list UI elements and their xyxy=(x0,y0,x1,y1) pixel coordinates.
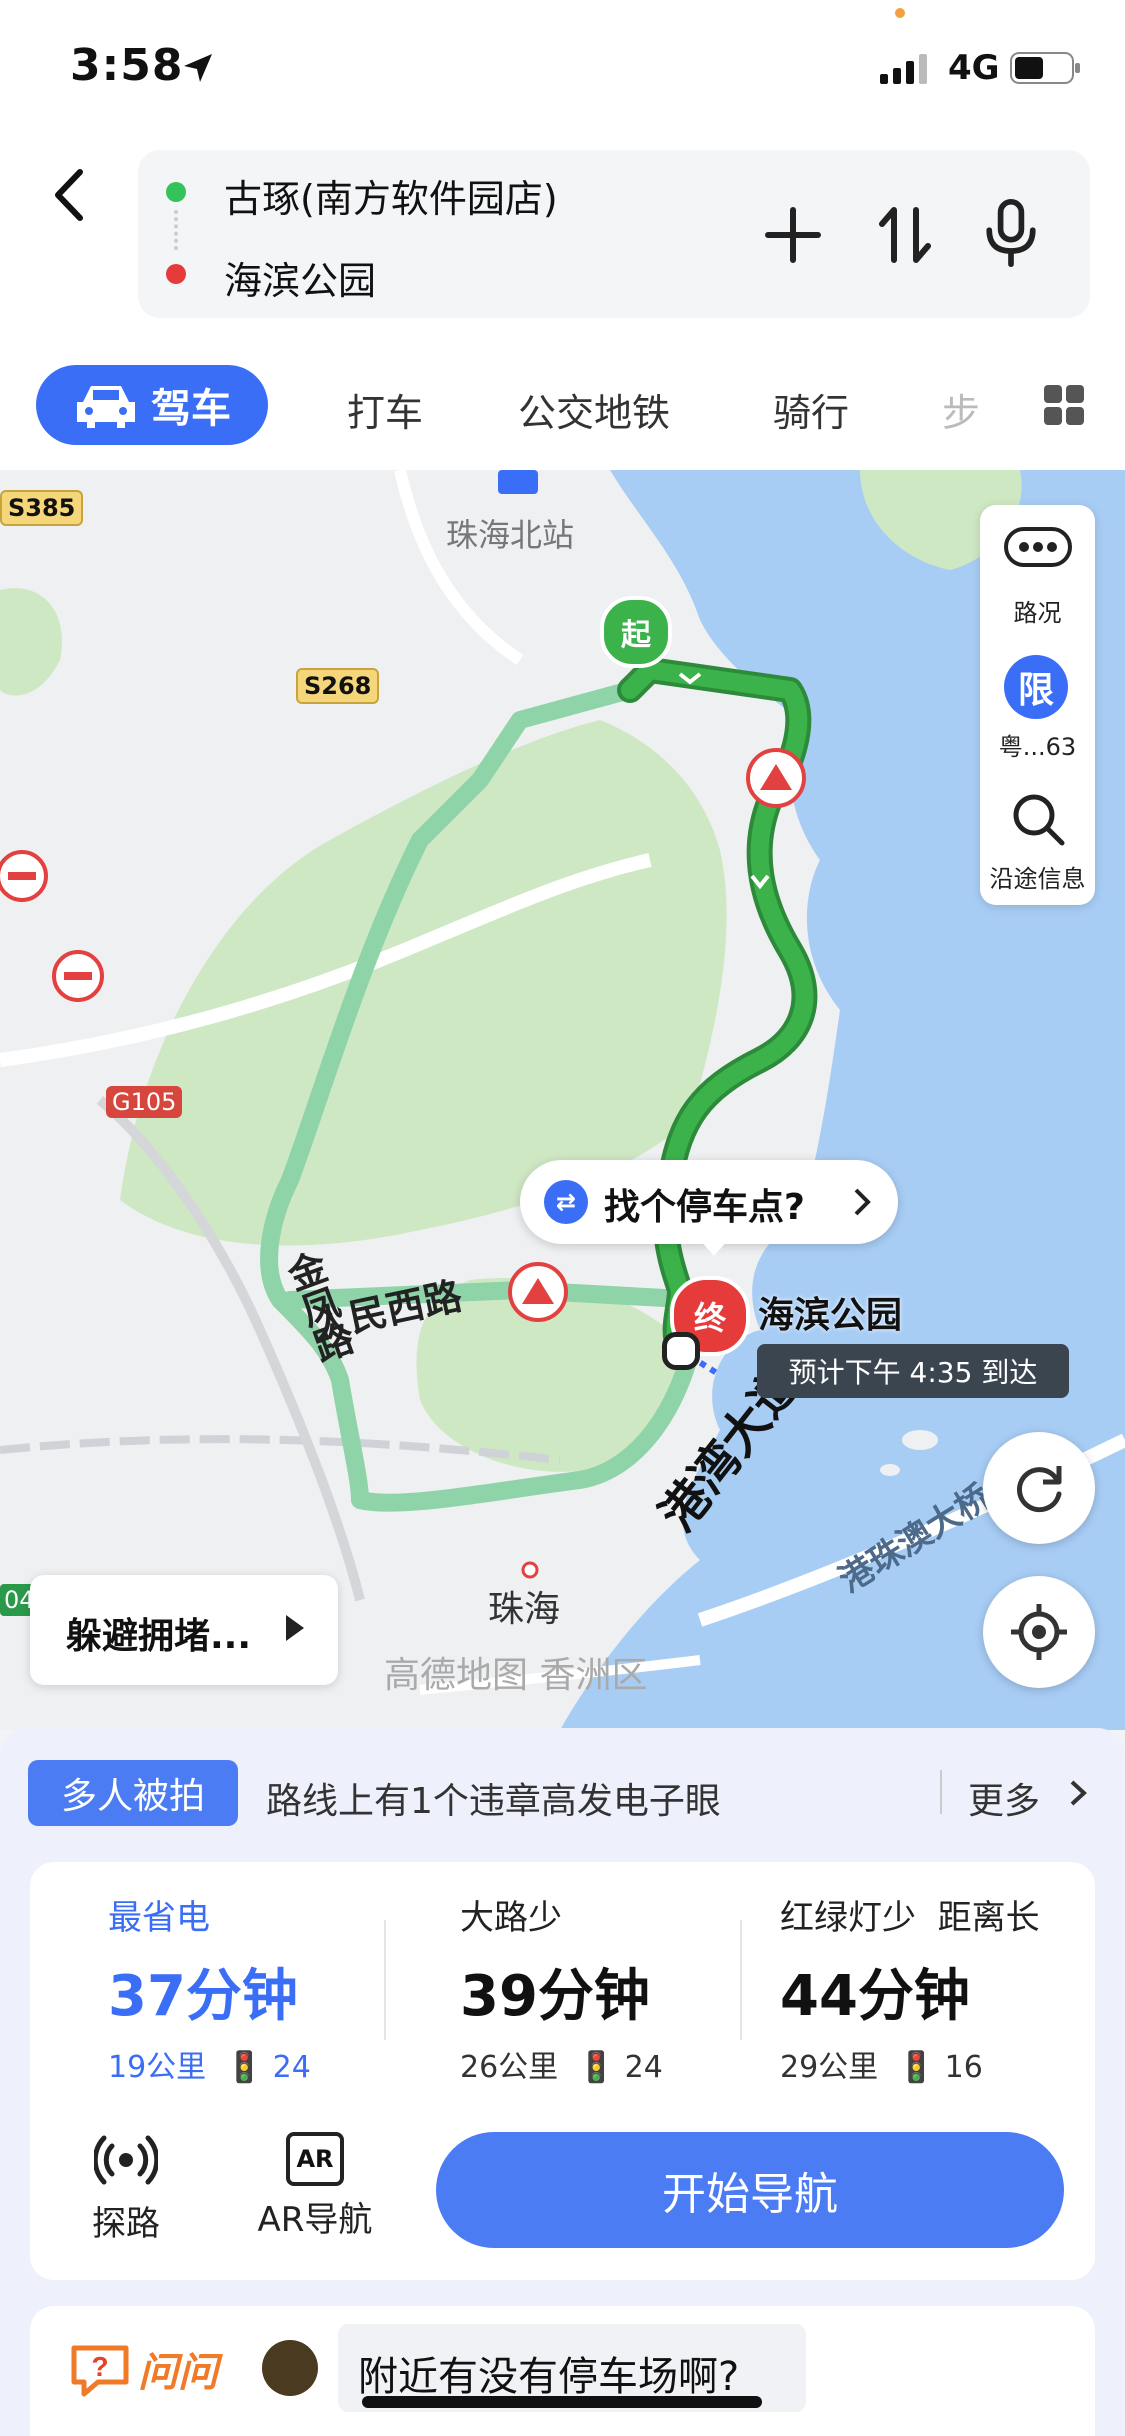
traffic-light-icon: 🚦 xyxy=(577,2050,616,2085)
route-tag: 红绿灯少 距离长 xyxy=(780,1898,1040,1938)
map-watermark: 高德地图 香洲区 xyxy=(384,1655,648,1696)
traffic-light-icon: 🚦 xyxy=(225,2050,264,2085)
origin-dot-icon xyxy=(166,182,186,202)
route-distance: 19公里 xyxy=(108,2050,207,2085)
location-arrow-icon xyxy=(184,54,212,82)
route-lights: 24 xyxy=(272,2050,311,2085)
battery-icon xyxy=(1010,52,1080,84)
route-lights: 24 xyxy=(624,2050,663,2085)
recording-dot-icon xyxy=(895,8,905,18)
locate-button[interactable] xyxy=(983,1576,1095,1688)
destination-point xyxy=(662,1332,700,1370)
destination-input[interactable]: 海滨公园 xyxy=(224,250,376,305)
route-time: 39分钟 xyxy=(460,1964,650,2029)
avatar xyxy=(262,2340,318,2396)
eta-label: 预计下午 4:35 到达 xyxy=(757,1344,1069,1398)
start-navigation-button[interactable]: 开始导航 xyxy=(436,2132,1064,2248)
label-g105: G105 xyxy=(106,1086,183,1118)
ask-bar: ? 问问 附近有没有停车场啊? xyxy=(30,2306,1095,2436)
route-time: 37分钟 xyxy=(108,1964,298,2029)
tab-drive-label: 驾车 xyxy=(151,386,231,432)
parking-icon: ⇄ xyxy=(544,1180,588,1224)
destination-label[interactable]: 海滨公园 xyxy=(758,1286,902,1338)
network-type: 4G xyxy=(948,48,1000,88)
notice-badge: 多人被拍 xyxy=(28,1760,238,1826)
chat-question-icon: ? xyxy=(71,2345,129,2397)
locate-icon xyxy=(1011,1604,1067,1660)
add-waypoint-icon[interactable] xyxy=(758,200,828,270)
grid-menu-icon[interactable] xyxy=(1042,383,1086,427)
bubble-tail xyxy=(700,1240,728,1256)
svg-text:?: ? xyxy=(91,2351,108,2382)
route-time: 44分钟 xyxy=(780,1964,970,2029)
swap-icon[interactable] xyxy=(870,200,940,270)
tab-transit[interactable]: 公交地铁 xyxy=(518,382,670,437)
route-tag: 大路少 xyxy=(460,1898,562,1938)
tab-bike[interactable]: 骑行 xyxy=(773,382,849,437)
chevron-right-icon xyxy=(854,1188,871,1216)
refresh-icon xyxy=(1017,1466,1062,1513)
refresh-button[interactable] xyxy=(983,1432,1095,1544)
limit-plate[interactable]: 粤...63 xyxy=(980,727,1095,762)
microphone-icon[interactable] xyxy=(976,198,1046,268)
map-controls: 路况 限 粤...63 沿途信息 xyxy=(980,505,1095,905)
tab-taxi[interactable]: 打车 xyxy=(347,382,423,437)
parking-text: 找个停车点? xyxy=(604,1187,805,1228)
explore-button[interactable]: 探路 xyxy=(66,2132,186,2245)
label-zhuhai-north: 珠海北站 xyxy=(446,516,575,554)
ar-nav-button[interactable]: AR AR导航 xyxy=(240,2132,390,2241)
avoid-congestion-label: 躲避拥堵... xyxy=(66,1616,252,1657)
route-option-1[interactable]: 最省电 37分钟 19公里 🚦 24 xyxy=(108,1890,311,2086)
divider xyxy=(740,1920,742,2040)
route-tag: 最省电 xyxy=(108,1898,210,1938)
suggested-question-text: 附近有没有停车场啊? xyxy=(358,2354,740,2400)
ask-label[interactable]: 问问 xyxy=(138,2340,218,2398)
search-icon[interactable] xyxy=(1010,791,1066,847)
route-connector xyxy=(174,210,182,250)
radar-icon xyxy=(92,2135,160,2185)
tab-drive[interactable]: 驾车 xyxy=(36,365,268,445)
camera-notice[interactable]: 多人被拍 路线上有1个违章高发电子眼 更多 xyxy=(28,1760,1098,1826)
traffic-label[interactable]: 路况 xyxy=(980,593,1095,628)
signal-icon xyxy=(880,54,927,84)
car-icon xyxy=(77,386,135,428)
label-zhuhai: 珠海 xyxy=(488,1589,561,1630)
destination-dot-icon xyxy=(166,264,186,284)
ar-nav-label: AR导航 xyxy=(257,2200,373,2240)
status-bar: 3:58 4G xyxy=(0,0,1125,140)
divider xyxy=(384,1920,386,2040)
explore-label: 探路 xyxy=(92,2204,160,2244)
play-arrow-icon xyxy=(286,1615,304,1641)
notice-text: 路线上有1个违章高发电子眼 xyxy=(266,1781,721,1822)
ar-icon: AR xyxy=(286,2132,344,2186)
along-info-label[interactable]: 沿途信息 xyxy=(980,859,1095,894)
label-s268: S268 xyxy=(296,668,380,704)
label-s385: S385 xyxy=(0,490,84,526)
origin-input[interactable]: 古琢(南方软件园店) xyxy=(224,168,558,223)
route-option-3[interactable]: 红绿灯少 距离长 44分钟 29公里 🚦 16 xyxy=(780,1890,1040,2086)
limit-badge[interactable]: 限 xyxy=(1004,655,1068,719)
route-option-2[interactable]: 大路少 39分钟 26公里 🚦 24 xyxy=(460,1890,663,2086)
notice-more[interactable]: 更多 xyxy=(968,1772,1040,1824)
start-marker[interactable]: 起 xyxy=(600,596,672,668)
chevron-right-icon xyxy=(1070,1780,1087,1806)
traffic-light-icon: 🚦 xyxy=(897,2050,936,2085)
find-parking-button[interactable]: ⇄ 找个停车点? xyxy=(520,1160,898,1244)
traffic-icon[interactable] xyxy=(1004,527,1072,567)
home-indicator[interactable] xyxy=(362,2396,762,2408)
route-distance: 29公里 xyxy=(780,2050,879,2085)
route-distance: 26公里 xyxy=(460,2050,559,2085)
route-lights: 16 xyxy=(944,2050,983,2085)
back-arrow-icon[interactable] xyxy=(40,160,100,230)
route-input-box: 古琢(南方软件园店) 海滨公园 xyxy=(138,150,1090,318)
clock: 3:58 xyxy=(70,40,184,91)
avoid-congestion-button[interactable]: 躲避拥堵... xyxy=(30,1575,338,1685)
map-view[interactable]: 珠海北站 S385 S268 G105 04 金凤路 人民西路 港湾大道 珠海 … xyxy=(0,470,1125,1730)
divider xyxy=(940,1770,942,1814)
tab-walk[interactable]: 步 xyxy=(942,382,980,437)
